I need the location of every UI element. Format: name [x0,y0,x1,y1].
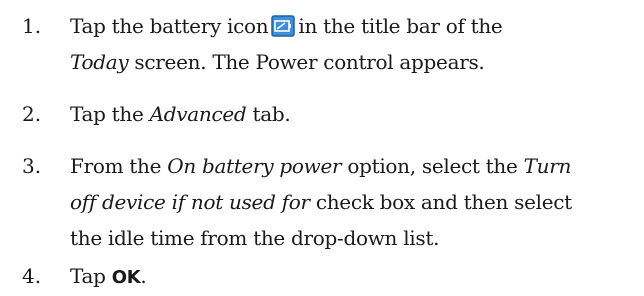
step-line: Tap the Advanced tab. [70,96,630,132]
step-number: 1. [22,14,42,38]
step-text-fragment: tab. [252,102,291,126]
step-text-fragment: From the [70,154,162,178]
step-number: 4. [22,264,42,288]
tab-name-advanced: Advanced [149,102,247,126]
battery-icon [271,15,296,37]
step-line: off device if not used for check box and… [70,184,630,220]
step-text: From the On battery power option, select… [70,148,630,256]
step-text: Tap the Advanced tab. [70,96,630,132]
step-line: Today screen. The Power control appears. [70,44,630,80]
step-text-fragment: Tap the [70,102,144,126]
instruction-steps: 1. Tap the battery icon in the title bar … [0,0,644,296]
app-name-today: Today [70,50,129,74]
step-text-fragment: Tap the battery icon [70,14,269,38]
step-text-fragment: Tap [70,264,106,288]
step-number: 3. [22,154,42,178]
step-text: Tap OK. [70,258,630,296]
checkbox-name-end: off device if not used for [70,190,310,214]
step-line: Tap OK. [70,258,630,296]
step-line: the idle time from the drop-down list. [70,220,630,256]
step-text-fragment: screen. The Power control appears. [134,50,485,74]
step-text-fragment: check box and then select [315,190,572,214]
step-text-fragment: option, select the [347,154,518,178]
step-line: Tap the battery icon in the title bar of … [70,8,630,44]
step-text-fragment: in the title bar of the [298,14,503,38]
step-text-fragment: the idle time from the drop-down list. [70,226,440,250]
checkbox-name-start: Turn [523,154,572,178]
step-text: Tap the battery icon in the title bar of … [70,8,630,80]
ok-label: OK [111,267,141,288]
option-name: On battery power [167,154,342,178]
step-text-fragment: . [140,264,147,288]
step-number: 2. [22,102,42,126]
step-line: From the On battery power option, select… [70,148,630,184]
